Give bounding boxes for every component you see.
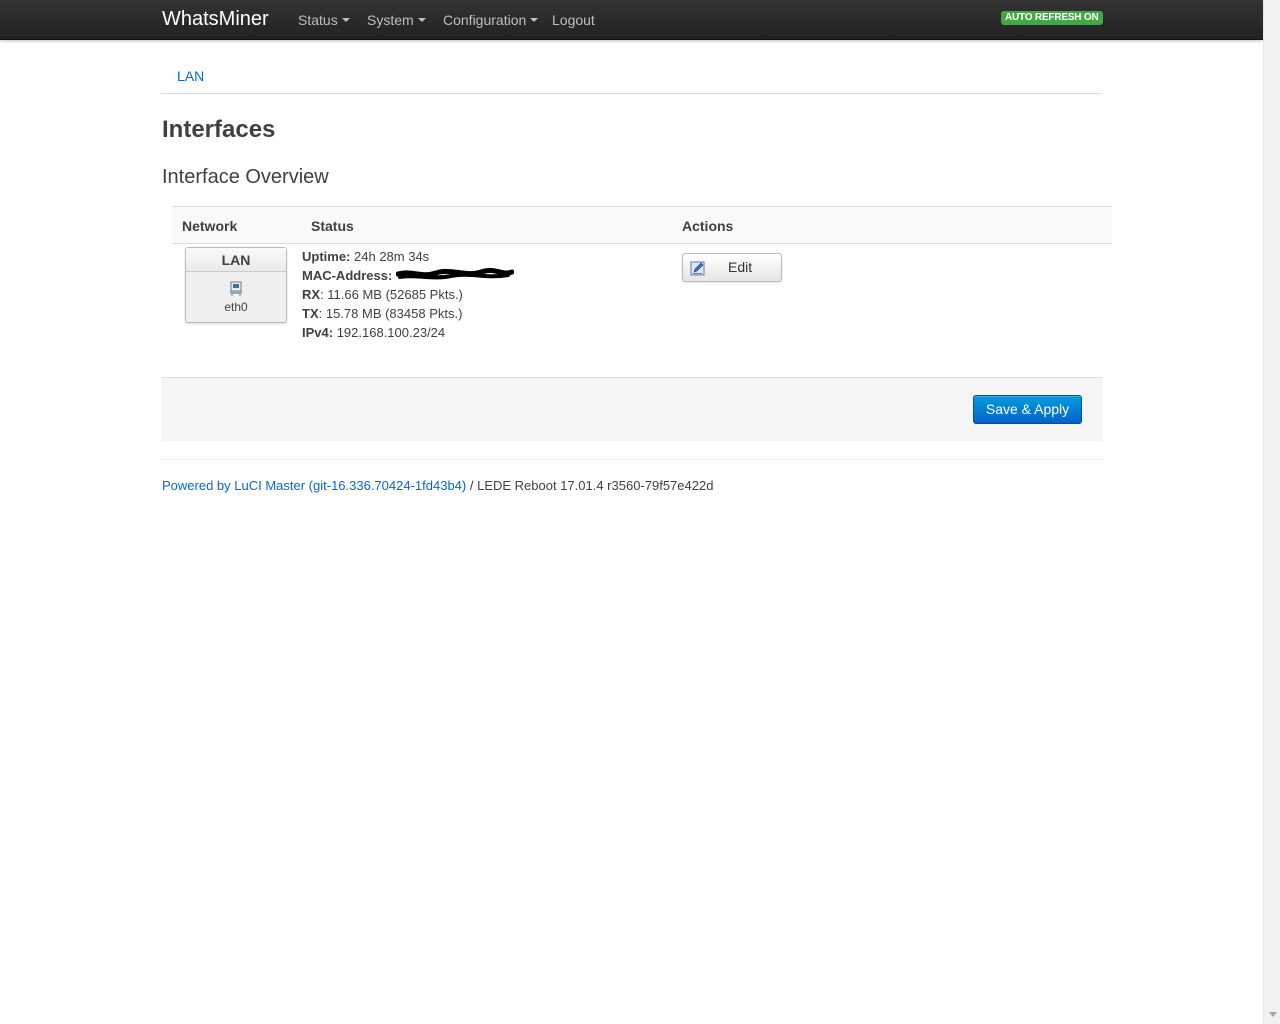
status-ipv4: IPv4: 192.168.100.23/24 [302, 323, 463, 342]
nav-menu-logout[interactable]: Logout [552, 12, 595, 28]
network-badge-lan[interactable]: LAN eth0 [185, 247, 287, 323]
firmware-version: / LEDE Reboot 17.01.4 r3560-79f57e422d [466, 478, 714, 493]
nav-menu-system-label: System [367, 12, 414, 28]
page-title: Interfaces [162, 116, 276, 143]
rx-label: RX [302, 287, 321, 302]
chevron-down-icon [417, 18, 426, 23]
nav-menu-logout-label: Logout [552, 12, 595, 28]
column-header-network: Network [182, 218, 238, 234]
uptime-value: 24h 28m 34s [354, 249, 430, 264]
tab-lan[interactable]: LAN [177, 68, 204, 84]
auto-refresh-badge[interactable]: AUTO REFRESH ON [1001, 11, 1103, 25]
status-rx: RX: 11.66 MB (52685 Pkts.) [302, 285, 463, 304]
uptime-label: Uptime: [302, 249, 351, 264]
nav-menu-status[interactable]: Status [298, 12, 350, 28]
network-device: eth0 [224, 300, 248, 314]
interface-table: Network Status Actions LAN eth0 Uptime: … [172, 206, 1112, 356]
chevron-down-icon [341, 18, 350, 23]
scroll-down-arrow-icon[interactable] [1269, 1012, 1277, 1017]
footer: Powered by LuCI Master (git-16.336.70424… [162, 478, 713, 493]
page: WhatsMiner Status System Configuration L… [0, 0, 1280, 1024]
status-mac: MAC-Address: [302, 266, 514, 285]
redaction-scribble [396, 268, 514, 280]
nav-menu-status-label: Status [298, 12, 338, 28]
interface-status: Uptime: 24h 28m 34s MAC-Address: RX: 11.… [302, 247, 514, 342]
column-header-actions: Actions [682, 218, 734, 234]
nav-menu-configuration-label: Configuration [443, 12, 527, 28]
status-tx: TX: 15.78 MB (83458 Pkts.) [302, 304, 463, 323]
form-actions: Save & Apply [162, 377, 1102, 441]
ipv4-label: IPv4: [302, 325, 334, 340]
tx-value: : 15.78 MB (83458 Pkts.) [318, 306, 463, 321]
table-header: Network Status Actions [172, 206, 1112, 244]
edit-pencil-icon [690, 261, 705, 276]
nav-menu-configuration[interactable]: Configuration [443, 12, 539, 28]
edit-button[interactable]: Edit [682, 253, 782, 282]
footer-divider [162, 459, 1102, 460]
network-name: LAN [186, 248, 286, 272]
rx-value: : 11.66 MB (52685 Pkts.) [320, 287, 463, 302]
status-uptime: Uptime: 24h 28m 34s [302, 247, 463, 266]
interface-tabs: LAN [161, 62, 1102, 94]
ipv4-value: 192.168.100.23/24 [336, 325, 446, 340]
chevron-down-icon [530, 18, 539, 23]
tx-label: TX [302, 306, 319, 321]
nav-menu-system[interactable]: System [367, 12, 426, 28]
save-apply-button[interactable]: Save & Apply [973, 395, 1082, 424]
mac-label: MAC-Address: [302, 268, 393, 283]
section-title: Interface Overview [162, 166, 329, 188]
brand-logo[interactable]: WhatsMiner [162, 8, 269, 30]
luci-version-link[interactable]: Powered by LuCI Master (git-16.336.70424… [162, 478, 466, 493]
edit-button-label: Edit [728, 259, 753, 275]
ethernet-port-icon [230, 281, 242, 296]
top-navbar: WhatsMiner Status System Configuration L… [0, 0, 1263, 40]
vertical-scrollbar[interactable] [1263, 0, 1280, 1024]
column-header-status: Status [311, 218, 354, 234]
